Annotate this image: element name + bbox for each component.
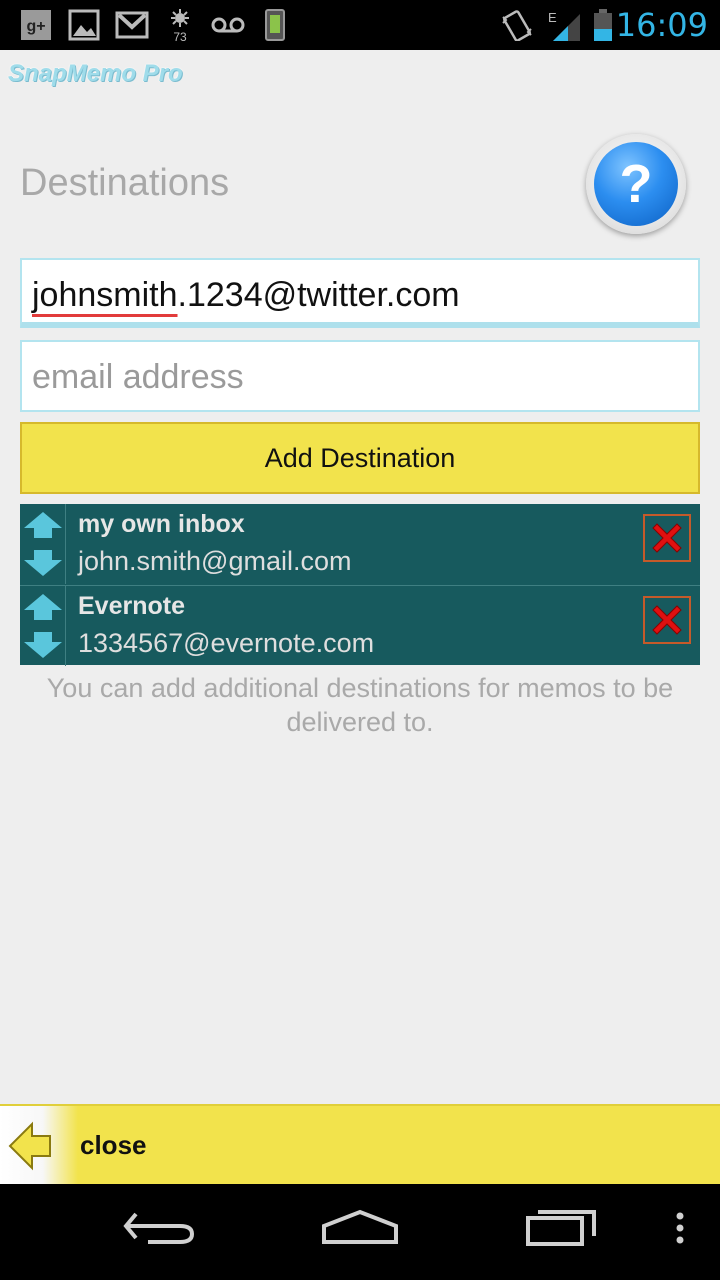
svg-text:g+: g+ xyxy=(26,18,45,35)
delete-button[interactable] xyxy=(643,514,691,562)
signal-icon: E xyxy=(548,10,580,41)
clock: 16:09 xyxy=(615,6,708,44)
arrow-up-icon[interactable] xyxy=(22,510,64,540)
list-item: Evernote 1334567@evernote.com xyxy=(20,585,700,666)
add-destination-button[interactable]: Add Destination xyxy=(20,422,700,494)
app-title: SnapMemo Pro xyxy=(8,60,183,87)
home-icon[interactable] xyxy=(320,1204,400,1252)
battery-app-icon xyxy=(265,9,285,41)
close-label: close xyxy=(80,1130,147,1160)
menu-overflow-icon[interactable] xyxy=(672,1204,688,1252)
gmail-icon xyxy=(115,11,149,39)
destination-input-value: johnsmith.1234@twitter.com xyxy=(32,276,460,315)
back-icon[interactable] xyxy=(122,1204,198,1252)
arrow-up-icon[interactable] xyxy=(22,592,64,622)
status-bar: g+ 73 E 16:09 xyxy=(0,0,720,50)
email-placeholder: email address xyxy=(32,358,244,396)
google-plus-icon: g+ xyxy=(21,10,51,40)
navigation-bar xyxy=(0,1184,720,1280)
info-text: You can add additional destinations for … xyxy=(46,673,674,737)
delete-x-icon xyxy=(652,605,682,635)
email-field[interactable]: email address xyxy=(20,340,700,412)
reorder-controls xyxy=(20,504,66,584)
input-value-rest: .1234@twitter.com xyxy=(177,276,460,314)
destination-email: 1334567@evernote.com xyxy=(78,628,375,658)
destination-input[interactable]: johnsmith.1234@twitter.com xyxy=(20,258,700,328)
svg-text:73: 73 xyxy=(173,30,187,41)
question-mark-icon: ? xyxy=(594,142,678,226)
reorder-controls xyxy=(20,586,66,666)
close-icon-container xyxy=(0,1106,78,1186)
vibrate-icon xyxy=(502,10,532,41)
voicemail-icon xyxy=(211,17,245,33)
delete-x-icon xyxy=(652,523,682,553)
recent-apps-icon[interactable] xyxy=(524,1204,600,1252)
battery-icon xyxy=(594,9,612,41)
misspelled-word: johnsmith xyxy=(32,276,178,314)
delete-button[interactable] xyxy=(643,596,691,644)
destination-name: Evernote xyxy=(78,592,185,620)
destination-list: my own inbox john.smith@gmail.com Everno… xyxy=(20,504,700,666)
destination-email: john.smith@gmail.com xyxy=(78,546,352,576)
destination-name: my own inbox xyxy=(78,510,245,538)
help-button[interactable]: ? xyxy=(586,134,686,234)
list-item: my own inbox john.smith@gmail.com xyxy=(20,504,700,584)
weather-icon: 73 xyxy=(171,9,189,41)
arrow-down-icon[interactable] xyxy=(22,630,64,660)
arrow-down-icon[interactable] xyxy=(22,548,64,578)
image-icon xyxy=(68,9,100,41)
back-arrow-icon xyxy=(8,1121,51,1171)
page-title: Destinations xyxy=(20,162,230,204)
svg-text:E: E xyxy=(548,10,557,25)
close-button[interactable]: close xyxy=(0,1104,720,1186)
